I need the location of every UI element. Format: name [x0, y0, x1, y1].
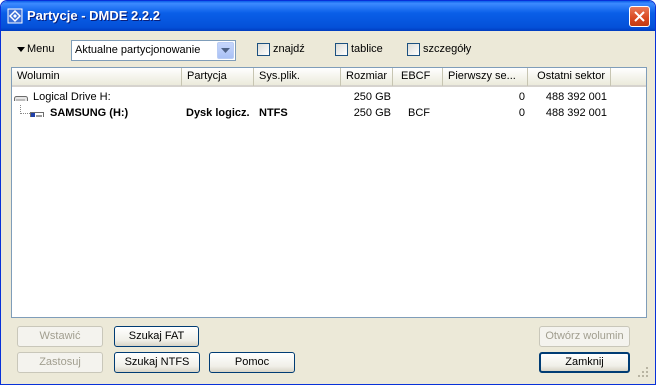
find-fat-button[interactable]: Szukaj FAT	[114, 326, 199, 347]
cell-last-sector: 488 392 001	[545, 91, 607, 103]
column-header-filesystem[interactable]: Sys.plik.	[254, 68, 341, 86]
resize-grip-icon[interactable]	[637, 366, 649, 378]
dmde-app-icon	[7, 8, 23, 24]
title-bar[interactable]: Partycje - DMDE 2.2.2	[1, 1, 655, 31]
list-header: Wolumin Partycja Sys.plik. Rozmiar EBCF …	[12, 68, 646, 87]
window-title: Partycje - DMDE 2.2.2	[27, 8, 160, 23]
column-header-last-sector[interactable]: Ostatni sektor	[528, 68, 611, 86]
dropdown-arrow-icon[interactable]	[217, 42, 234, 59]
open-volume-button[interactable]: Otwórz wolumin	[539, 326, 630, 347]
partition-mode-select[interactable]: Aktualne partycjonowanie	[71, 40, 236, 61]
table-row[interactable]: Logical Drive H: 250 GB 0 488 392 001	[12, 89, 646, 105]
insert-button[interactable]: Wstawić	[17, 326, 103, 347]
menu-arrow-icon	[17, 46, 25, 52]
apply-button[interactable]: Zastosuj	[17, 352, 103, 373]
partitions-list[interactable]: Wolumin Partycja Sys.plik. Rozmiar EBCF …	[11, 67, 647, 318]
partitions-window: Partycje - DMDE 2.2.2 Menu Aktualne part…	[0, 0, 656, 385]
cell-first-sector: 0	[518, 107, 525, 119]
tables-checkbox-label: tablice	[351, 43, 383, 55]
tables-checkbox-box[interactable]	[335, 43, 348, 56]
cell-last-sector: 488 392 001	[545, 107, 607, 119]
cell-volume: SAMSUNG (H:)	[50, 107, 129, 119]
cell-size: 250 GB	[353, 91, 391, 103]
column-header-first-sector[interactable]: Pierwszy se...	[443, 68, 528, 86]
details-checkbox-box[interactable]	[407, 43, 420, 56]
cell-volume: Logical Drive H:	[33, 91, 111, 103]
column-header-volume[interactable]: Wolumin	[12, 68, 182, 86]
hdd-icon	[14, 93, 28, 101]
partition-mode-value: Aktualne partycjonowanie	[75, 44, 201, 56]
menu-label: Menu	[27, 43, 55, 55]
cell-partition: Dysk logicz.	[186, 107, 250, 119]
partition-icon	[30, 109, 44, 117]
cell-first-sector: 0	[518, 91, 525, 103]
table-row[interactable]: SAMSUNG (H:) Dysk logicz. NTFS 250 GB BC…	[12, 105, 646, 121]
tree-connector	[20, 105, 30, 114]
cell-ebcf: BCF	[408, 107, 430, 119]
column-header-size[interactable]: Rozmiar	[341, 68, 393, 86]
menu-button[interactable]: Menu	[17, 43, 55, 59]
cell-size: 250 GB	[353, 107, 391, 119]
find-ntfs-button[interactable]: Szukaj NTFS	[114, 352, 200, 373]
help-button[interactable]: Pomoc	[209, 352, 295, 373]
close-button[interactable]: Zamknij	[539, 352, 630, 373]
find-checkbox-box[interactable]	[257, 43, 270, 56]
find-checkbox-label: znajdź	[273, 43, 305, 55]
cell-filesystem: NTFS	[259, 107, 288, 119]
details-checkbox-label: szczegóły	[423, 43, 472, 55]
column-header-partition[interactable]: Partycja	[182, 68, 254, 86]
dialog-body: Menu Aktualne partycjonowanie znajdź tab…	[5, 31, 651, 380]
close-window-button[interactable]	[629, 6, 650, 27]
column-header-ebcf[interactable]: EBCF	[393, 68, 443, 86]
